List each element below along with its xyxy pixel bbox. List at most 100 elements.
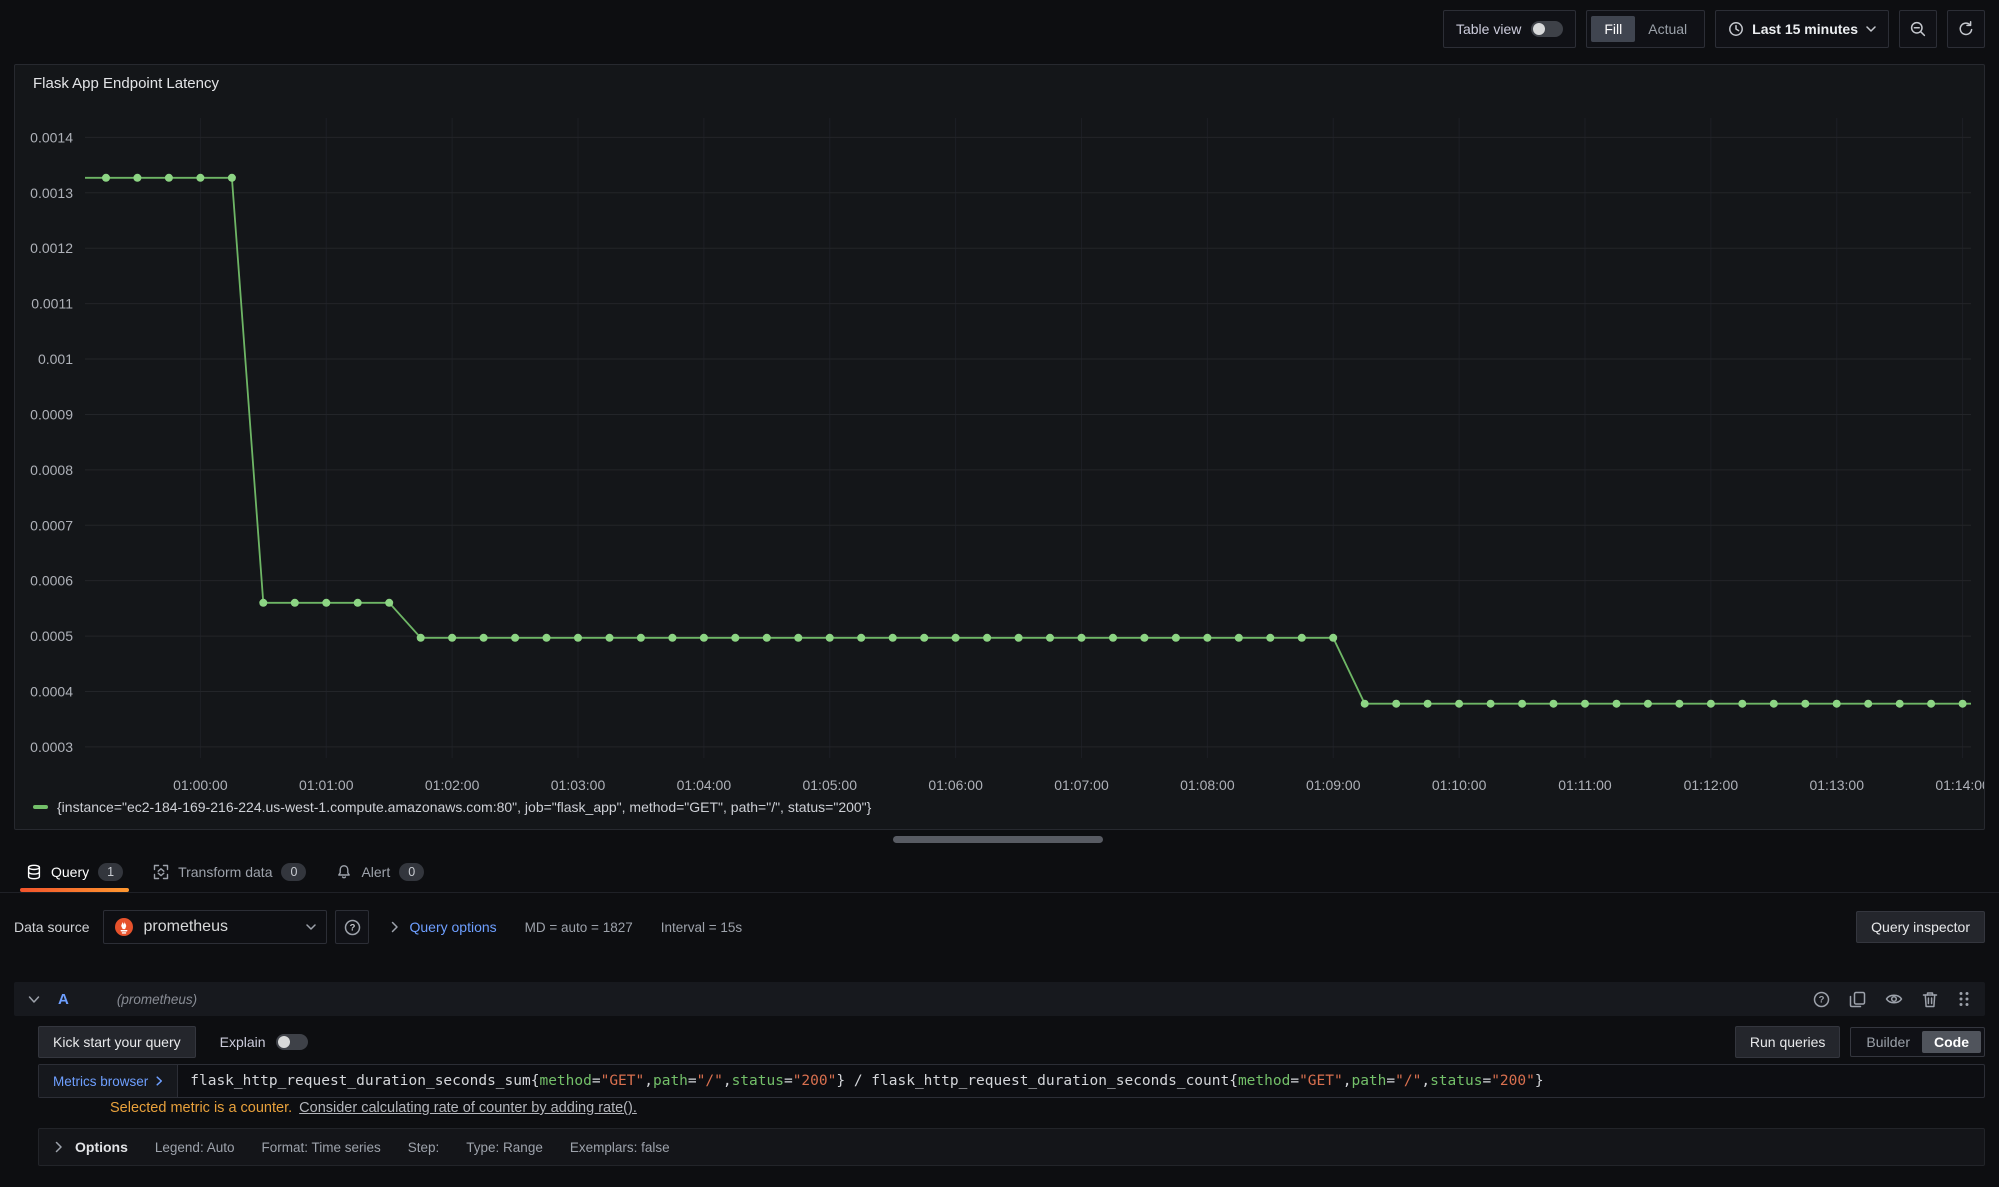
chevron-right-icon [156,1076,163,1086]
refresh-icon [1958,21,1974,37]
svg-text:01:11:00: 01:11:00 [1558,777,1612,793]
max-data-points-text: MD = auto = 1827 [525,920,633,935]
tab-transform-data[interactable]: Transform data 0 [143,852,316,892]
tab-query[interactable]: Query 1 [16,852,133,892]
svg-text:01:01:00: 01:01:00 [299,777,354,793]
warning-rate-link[interactable]: Consider calculating rate of counter by … [299,1100,637,1116]
datasource-value: prometheus [143,918,228,936]
duplicate-query-button[interactable] [1849,991,1866,1008]
table-view-label: Table view [1456,21,1521,37]
query-row-header[interactable]: A (prometheus) ? [14,982,1985,1016]
prometheus-icon [114,917,134,937]
builder-code-segmented: Builder Code [1850,1027,1985,1057]
run-queries-button[interactable]: Run queries [1735,1026,1841,1058]
chevron-right-icon [391,921,399,933]
svg-text:0.0008: 0.0008 [30,462,73,478]
options-label: Options [75,1139,128,1155]
svg-text:01:06:00: 01:06:00 [928,777,983,793]
query-options-bar: Options Legend: Auto Format: Time series S… [38,1128,1985,1166]
datasource-label: Data source [14,919,89,935]
svg-text:0.001: 0.001 [38,351,73,367]
chart-legend: {instance="ec2-184-169-216-224.us-west-1… [15,798,1984,816]
svg-text:01:07:00: 01:07:00 [1054,777,1109,793]
table-view-toggle[interactable] [1531,21,1563,37]
svg-text:01:03:00: 01:03:00 [551,777,606,793]
option-stat: Legend: Auto [155,1140,235,1155]
tab-transform-label: Transform data [178,864,272,880]
kick-start-query-button[interactable]: Kick start your query [38,1026,196,1058]
svg-text:0.0006: 0.0006 [30,573,73,589]
svg-text:01:04:00: 01:04:00 [677,777,732,793]
datasource-row: Data source prometheus ? Query options M… [14,908,1985,946]
time-range-picker[interactable]: Last 15 minutes [1715,10,1889,48]
toggle-visibility-button[interactable] [1885,992,1903,1006]
datasource-help-button[interactable]: ? [335,910,369,944]
query-ref-id: A [58,991,69,1008]
help-circle-icon: ? [1813,991,1830,1008]
svg-text:0.0014: 0.0014 [30,129,73,145]
fill-actual-segmented: Fill Actual [1586,10,1705,48]
svg-text:0.0011: 0.0011 [31,296,73,312]
options-expander[interactable]: Options [55,1139,128,1155]
transform-icon [153,864,169,880]
svg-text:01:05:00: 01:05:00 [802,777,857,793]
explain-label: Explain [220,1034,266,1050]
svg-text:?: ? [350,922,356,933]
editor-tabs: Query 1 Transform data 0 Alert 0 [0,852,1999,893]
svg-text:01:08:00: 01:08:00 [1180,777,1235,793]
option-stat: Step: [408,1140,440,1155]
svg-text:0.0003: 0.0003 [30,739,73,755]
query-inspector-button[interactable]: Query inspector [1856,911,1985,943]
counter-warning: Selected metric is a counter. Consider c… [110,1100,637,1116]
option-stat: Format: Time series [261,1140,380,1155]
legend-series-label[interactable]: {instance="ec2-184-169-216-224.us-west-1… [57,799,871,815]
code-button[interactable]: Code [1922,1031,1981,1053]
promql-expression-input[interactable]: flask_http_request_duration_seconds_sum{… [178,1065,1984,1097]
query-help-button[interactable]: ? [1813,991,1830,1008]
explain-toggle[interactable] [276,1034,308,1050]
svg-text:0.0005: 0.0005 [30,628,73,644]
svg-text:01:02:00: 01:02:00 [425,777,480,793]
trash-icon [1922,991,1938,1008]
legend-swatch [33,805,48,809]
option-stat: Exemplars: false [570,1140,670,1155]
options-stats: Legend: AutoFormat: Time seriesStep:Type… [155,1140,670,1155]
metrics-browser-button[interactable]: Metrics browser [39,1065,178,1097]
query-datasource-hint: (prometheus) [117,992,197,1007]
svg-text:01:00:00: 01:00:00 [173,777,228,793]
delete-query-button[interactable] [1922,991,1938,1008]
svg-text:01:09:00: 01:09:00 [1306,777,1361,793]
svg-text:01:12:00: 01:12:00 [1684,777,1739,793]
warning-text: Selected metric is a counter. [110,1100,292,1116]
zoom-out-button[interactable] [1899,10,1937,48]
svg-text:01:13:00: 01:13:00 [1809,777,1864,793]
svg-text:?: ? [1819,994,1825,1005]
query-toolbar-row: Kick start your query Explain Run querie… [38,1026,1985,1058]
zoom-out-icon [1910,21,1926,37]
latency-chart[interactable]: 0.00140.00130.00120.00110.0010.00090.000… [15,98,1984,798]
chevron-right-icon [55,1141,63,1153]
horizontal-scrollbar[interactable] [893,836,1103,843]
svg-text:0.0004: 0.0004 [30,684,73,700]
builder-button[interactable]: Builder [1854,1031,1922,1053]
chevron-down-icon [306,923,316,931]
datasource-picker[interactable]: prometheus [103,910,327,944]
refresh-button[interactable] [1947,10,1985,48]
drag-query-handle[interactable] [1957,990,1971,1008]
timeseries-panel: Flask App Endpoint Latency 0.00140.00130… [14,64,1985,830]
query-options-expander[interactable]: Query options [391,919,496,935]
fill-button[interactable]: Fill [1591,16,1635,42]
eye-icon [1885,992,1903,1006]
actual-button[interactable]: Actual [1635,16,1700,42]
panel-title: Flask App Endpoint Latency [15,65,1984,98]
tab-alert-count: 0 [399,863,424,881]
collapse-chevron-icon[interactable] [28,995,40,1004]
tab-query-label: Query [51,864,89,880]
help-circle-icon: ? [344,919,361,936]
tab-alert[interactable]: Alert 0 [326,852,434,892]
svg-text:0.0012: 0.0012 [30,240,73,256]
query-run-controls: Run queries Builder Code [1735,1026,1985,1058]
svg-text:01:14:00: 01:14:00 [1935,777,1984,793]
svg-text:0.0009: 0.0009 [30,406,73,422]
interval-text: Interval = 15s [661,920,742,935]
